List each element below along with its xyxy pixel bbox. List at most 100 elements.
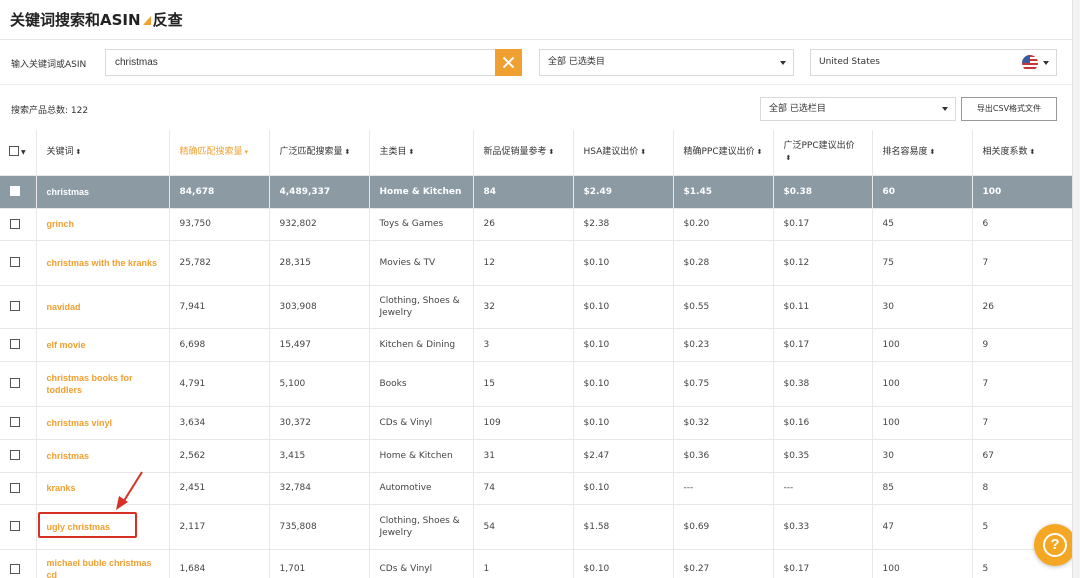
keyword-link[interactable]: grinch	[36, 208, 170, 241]
row-checkbox[interactable]	[10, 450, 20, 460]
column-header[interactable]: 精确PPC建议出价 ⬍	[673, 130, 774, 176]
select-all-header[interactable]: ▼	[0, 130, 37, 176]
cell-hsa: $0.10	[573, 328, 674, 362]
cell-relevance: 7	[972, 240, 1073, 286]
results-toolbar: 搜索产品总数: 122 全部 已选栏目 导出CSV格式文件	[0, 85, 1080, 130]
keyword-link[interactable]: christmas	[36, 175, 170, 209]
keyword-table: ▼ 关键词 ⬍ 精确匹配搜索量 ▾ 广泛匹配搜索量 ⬍ 主类目 ⬍ 新品促销量参考 ⬍ H…	[0, 130, 1073, 578]
table-row[interactable]: christmas with the kranks 25,782 28,315 Mov…	[0, 240, 1073, 286]
row-checkbox[interactable]	[10, 257, 20, 267]
cell-exact: 6,698	[169, 328, 270, 362]
table-row[interactable]: elf movie 6,698 15,497 Kitchen & Dining 3 $0.…	[0, 328, 1073, 362]
cell-ppc-exact: $0.55	[673, 285, 774, 329]
column-header[interactable]: 广泛匹配搜索量 ⬍	[269, 130, 370, 176]
close-icon	[502, 56, 515, 69]
country-select[interactable]: United States	[810, 49, 1057, 76]
page-scrollbar[interactable]	[1072, 0, 1080, 578]
cell-promo: 31	[473, 439, 574, 473]
column-header[interactable]: 新品促销量参考 ⬍	[473, 130, 574, 176]
table-row[interactable]: michael buble christmas cd 1,684 1,701 CDs …	[0, 549, 1073, 578]
row-checkbox[interactable]	[10, 417, 20, 427]
keyword-link[interactable]: christmas with the kranks	[36, 240, 170, 286]
row-checkbox-cell[interactable]	[0, 439, 37, 473]
cell-broad: 1,701	[269, 549, 370, 578]
column-select-value: 全部 已选栏目	[769, 104, 826, 114]
cell-relevance: 67	[972, 439, 1073, 473]
chevron-down-icon[interactable]: ▼	[21, 149, 26, 156]
cell-exact: 3,634	[169, 406, 270, 440]
row-checkbox[interactable]	[10, 339, 20, 349]
results-count: 搜索产品总数: 122	[11, 106, 89, 116]
select-all-checkbox[interactable]	[9, 146, 19, 157]
table-row[interactable]: christmas books for toddlers 4,791 5,100 Bo…	[0, 361, 1073, 407]
table-row[interactable]: navidad 7,941 303,908 Clothing, Shoes & Jew…	[0, 285, 1073, 329]
logo-icon	[142, 16, 151, 25]
cell-ppc-broad: $0.11	[773, 285, 873, 329]
column-header[interactable]: HSA建议出价 ⬍	[573, 130, 674, 176]
cell-ppc-exact: $0.36	[673, 439, 774, 473]
row-checkbox-cell[interactable]	[0, 504, 37, 550]
cell-exact: 7,941	[169, 285, 270, 329]
column-header[interactable]: 相关度系数 ⬍	[972, 130, 1073, 176]
row-checkbox-cell[interactable]	[0, 472, 37, 505]
row-checkbox[interactable]	[10, 218, 20, 229]
cell-promo: 12	[473, 240, 574, 286]
cell-category: CDs & Vinyl	[369, 406, 474, 440]
column-header[interactable]: 排名容易度 ⬍	[872, 130, 973, 176]
cell-relevance: 8	[972, 472, 1073, 505]
cell-broad: 32,784	[269, 472, 370, 505]
keyword-link[interactable]: michael buble christmas cd	[36, 549, 170, 578]
row-checkbox[interactable]	[10, 301, 20, 311]
row-checkbox[interactable]	[10, 521, 20, 531]
category-select[interactable]: 全部 已选类目	[539, 49, 794, 76]
row-checkbox[interactable]	[10, 482, 20, 493]
row-checkbox[interactable]	[10, 186, 20, 196]
table-row[interactable]: christmas 84,678 4,489,337 Home & Kitchen 84…	[0, 175, 1073, 209]
keyword-link[interactable]: christmas books for toddlers	[36, 361, 170, 407]
keyword-link[interactable]: christmas	[36, 439, 170, 473]
table-row[interactable]: christmas 2,562 3,415 Home & Kitchen 31 $2.47…	[0, 439, 1073, 473]
help-button[interactable]: ?	[1034, 524, 1076, 566]
table-row[interactable]: kranks 2,451 32,784 Automotive 74 $0.10 --- ---…	[0, 472, 1073, 505]
row-checkbox-cell[interactable]	[0, 328, 37, 362]
cell-exact: 93,750	[169, 208, 270, 241]
column-header[interactable]: 关键词 ⬍	[36, 130, 170, 176]
cell-promo: 32	[473, 285, 574, 329]
row-checkbox-cell[interactable]	[0, 549, 37, 578]
cell-ppc-broad: ---	[773, 472, 873, 505]
annotation-box	[38, 512, 137, 538]
row-checkbox-cell[interactable]	[0, 240, 37, 286]
cell-ppc-broad: $0.38	[773, 175, 873, 209]
column-header-sorted[interactable]: 精确匹配搜索量 ▾	[169, 130, 270, 176]
search-input[interactable]: christmas	[105, 49, 495, 76]
row-checkbox-cell[interactable]	[0, 361, 37, 407]
keyword-link[interactable]: navidad	[36, 285, 170, 329]
page-header: 关键词搜索和ASIN 反查	[0, 0, 1080, 40]
search-label: 输入关键词或ASIN	[11, 60, 87, 70]
row-checkbox-cell[interactable]	[0, 285, 37, 329]
keyword-link[interactable]: christmas vinyl	[36, 406, 170, 440]
row-checkbox[interactable]	[10, 563, 20, 574]
column-header[interactable]: 主类目 ⬍	[369, 130, 474, 176]
table-row[interactable]: grinch 93,750 932,802 Toys & Games 26 $2.38 $0…	[0, 208, 1073, 241]
clear-search-button[interactable]	[495, 49, 522, 76]
cell-promo: 3	[473, 328, 574, 362]
cell-rank: 85	[872, 472, 973, 505]
column-header[interactable]: 广泛PPC建议出价⬍	[773, 130, 873, 176]
search-row: 输入关键词或ASIN christmas 全部 已选类目 United Stat…	[0, 40, 1080, 85]
table-row[interactable]: ugly christmas 2,117 735,808 Clothing, Shoe…	[0, 504, 1073, 550]
row-checkbox-cell[interactable]	[0, 208, 37, 241]
cell-category: Clothing, Shoes & Jewelry	[369, 285, 474, 329]
cell-promo: 26	[473, 208, 574, 241]
row-checkbox[interactable]	[10, 378, 20, 388]
cell-category: Home & Kitchen	[369, 439, 474, 473]
row-checkbox-cell[interactable]	[0, 175, 37, 209]
column-select[interactable]: 全部 已选栏目	[760, 97, 956, 121]
cell-category: Movies & TV	[369, 240, 474, 286]
table-row[interactable]: christmas vinyl 3,634 30,372 CDs & Vinyl 109…	[0, 406, 1073, 440]
keyword-link[interactable]: elf movie	[36, 328, 170, 362]
cell-exact: 1,684	[169, 549, 270, 578]
cell-promo: 54	[473, 504, 574, 550]
row-checkbox-cell[interactable]	[0, 406, 37, 440]
export-csv-button[interactable]: 导出CSV格式文件	[961, 97, 1057, 121]
